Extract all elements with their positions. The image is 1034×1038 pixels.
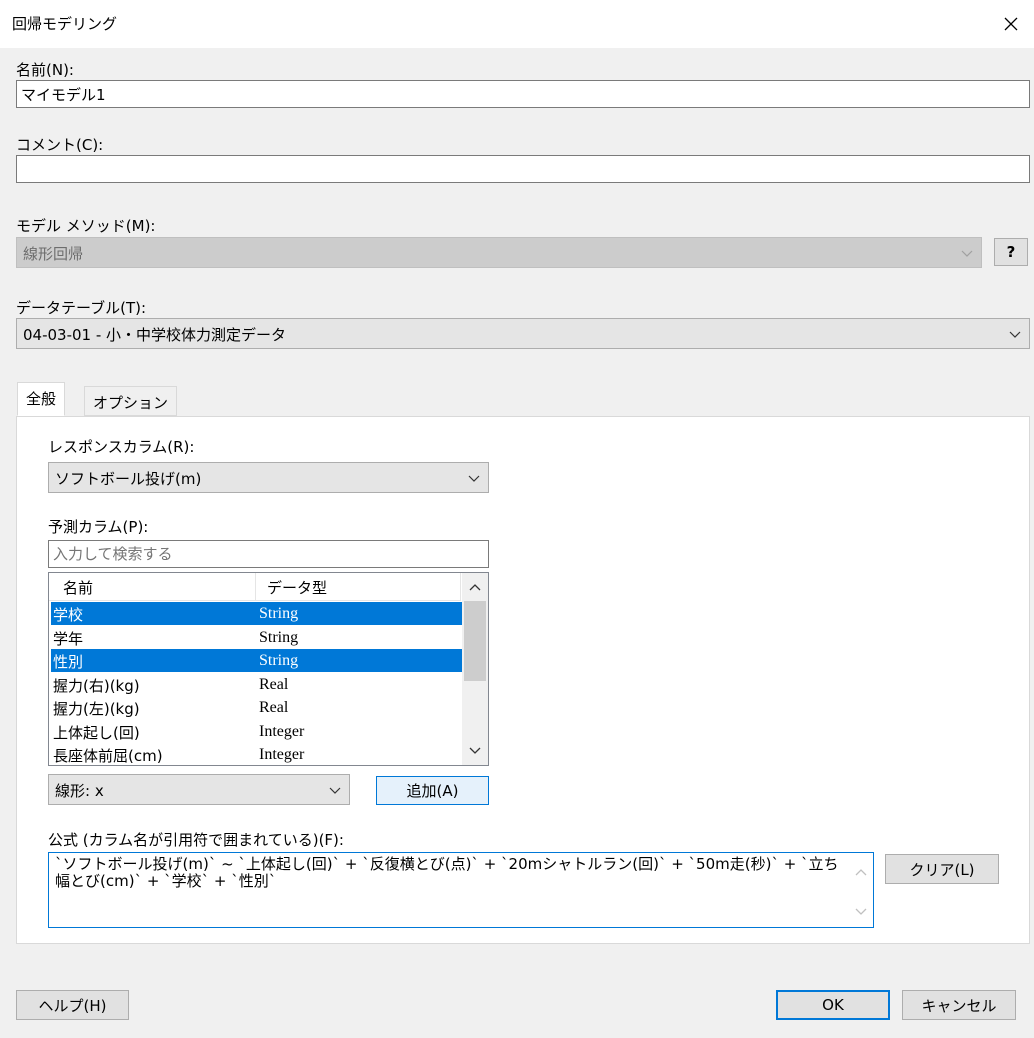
- response-select[interactable]: ソフトボール投げ(m): [48, 462, 489, 493]
- row-type: Integer: [259, 722, 305, 740]
- comment-label: コメント(C):: [16, 136, 104, 154]
- chevron-down-icon: [961, 247, 973, 259]
- row-type: Real: [259, 675, 289, 693]
- row-type: Real: [259, 699, 289, 716]
- clear-button[interactable]: クリア(L): [885, 854, 999, 884]
- row-name: 握力(左)(kg): [53, 700, 140, 718]
- column-header-type[interactable]: データ型: [267, 577, 327, 598]
- datatable-label: データテーブル(T):: [16, 299, 147, 317]
- window-title: 回帰モデリング: [12, 15, 118, 33]
- row-type: String: [259, 652, 299, 669]
- method-select: 線形回帰: [16, 237, 982, 268]
- list-scrollbar[interactable]: [462, 573, 488, 765]
- title-bar: 回帰モデリング: [0, 0, 1034, 48]
- cancel-button[interactable]: キャンセル: [902, 990, 1016, 1020]
- row-name: 長座体前屈(cm): [53, 747, 163, 765]
- tab-options[interactable]: オプション: [84, 386, 178, 416]
- row-name: 上体起し(回): [53, 723, 140, 742]
- method-label: モデル メソッド(M):: [16, 217, 156, 235]
- name-field[interactable]: マイモデル1: [16, 80, 1030, 108]
- chevron-up-icon[interactable]: [469, 582, 481, 592]
- predictor-search-input[interactable]: [48, 540, 489, 568]
- datatable-value: 04-03-01 - 小・中学校体力測定データ: [23, 326, 287, 344]
- term-value: 線形: x: [55, 782, 104, 800]
- table-row[interactable]: 長座体前屈(cm) Integer: [51, 743, 463, 765]
- datatable-select[interactable]: 04-03-01 - 小・中学校体力測定データ: [16, 318, 1030, 349]
- chevron-down-icon: [329, 784, 341, 796]
- method-value: 線形回帰: [23, 245, 84, 263]
- row-name: 学校: [53, 606, 84, 624]
- table-row[interactable]: 握力(左)(kg) Real: [51, 696, 463, 719]
- row-name: 学年: [53, 629, 84, 648]
- add-button[interactable]: 追加(A): [376, 776, 489, 805]
- tab-general[interactable]: 全般: [17, 382, 66, 416]
- comment-field[interactable]: [16, 155, 1030, 183]
- list-header: 名前 データ型: [49, 573, 461, 601]
- chevron-down-icon[interactable]: [855, 907, 867, 917]
- chevron-down-icon[interactable]: [469, 746, 481, 756]
- table-row[interactable]: 上体起し(回) Integer: [51, 720, 463, 743]
- table-row[interactable]: 学年 String: [51, 626, 463, 649]
- row-type: String: [259, 628, 299, 646]
- help-button[interactable]: ヘルプ(H): [16, 990, 129, 1020]
- close-button[interactable]: [988, 0, 1034, 48]
- formula-label: 公式 (カラム名が引用符で囲まれている)(F):: [48, 831, 344, 849]
- chevron-down-icon: [468, 472, 480, 484]
- chevron-up-icon[interactable]: [855, 867, 867, 877]
- row-name: 性別: [53, 653, 84, 671]
- response-label: レスポンスカラム(R):: [48, 438, 195, 456]
- row-name: 握力(右)(kg): [53, 676, 140, 695]
- formula-textarea[interactable]: `ソフトボール投げ(m)` ~ `上体起し(回)` + `反復横とび(点)` +…: [48, 852, 874, 928]
- column-header-name[interactable]: 名前: [63, 577, 93, 598]
- name-label: 名前(N):: [16, 61, 74, 79]
- formula-scrollbar[interactable]: [849, 853, 873, 927]
- chevron-down-icon: [1009, 328, 1021, 340]
- predictor-list[interactable]: 名前 データ型 学校 String 学年 String 性別 String 握力(右)(kg…: [48, 572, 489, 766]
- table-row[interactable]: 握力(右)(kg) Real: [51, 673, 463, 696]
- formula-text: `ソフトボール投げ(m)` ~ `上体起し(回)` + `反復横とび(点)` +…: [55, 855, 839, 890]
- predictors-label: 予測カラム(P):: [48, 518, 149, 536]
- ok-button[interactable]: OK: [776, 990, 890, 1020]
- close-icon: [1003, 16, 1019, 32]
- response-value: ソフトボール投げ(m): [55, 470, 202, 488]
- scrollbar-thumb[interactable]: [464, 601, 486, 681]
- row-type: String: [259, 605, 299, 622]
- term-select[interactable]: 線形: x: [48, 774, 350, 805]
- method-help-button[interactable]: ?: [994, 238, 1028, 266]
- table-row[interactable]: 性別 String: [51, 649, 463, 672]
- row-type: Integer: [259, 746, 305, 763]
- table-row[interactable]: 学校 String: [51, 602, 463, 625]
